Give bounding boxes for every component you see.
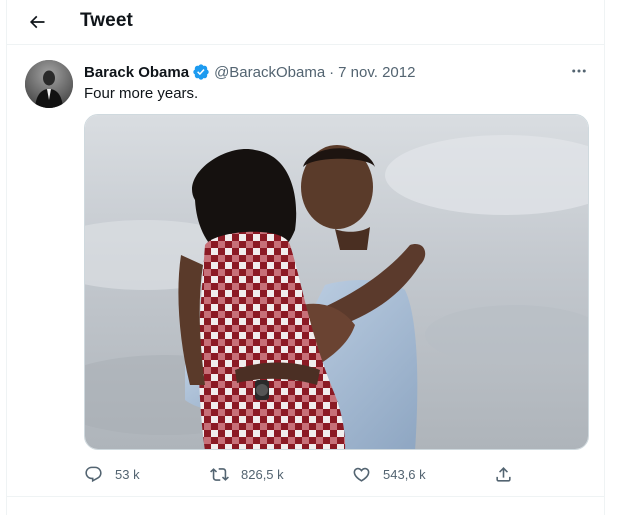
avatar-photo [25,60,73,108]
share-icon [496,466,511,482]
embrace-photo [85,115,588,449]
more-options-button[interactable] [568,60,590,82]
divider [7,496,604,497]
tweet-header: Barack Obama @BarackObama · 7 nov. 2012 [84,62,415,82]
more-horizontal-icon [572,69,586,73]
tweet-actions: 53 k 826,5 k 543,6 k [84,462,514,486]
share-button[interactable] [494,462,513,486]
like-count: 543,6 k [383,466,426,482]
next-row-fragment [25,508,51,515]
like-button[interactable]: 543,6 k [352,462,426,486]
tweet-date[interactable]: 7 nov. 2012 [338,64,415,81]
retweet-count: 826,5 k [241,466,284,482]
author-name[interactable]: Barack Obama [84,64,189,81]
heart-icon [353,467,370,482]
tweet-text: Four more years. [84,85,199,102]
top-bar: Tweet [7,0,604,45]
author-handle[interactable]: @BarackObama [214,64,325,81]
separator-dot: · [329,63,335,81]
retweet-icon [210,467,229,481]
avatar[interactable] [25,60,73,108]
reply-icon [85,466,102,482]
retweet-button[interactable]: 826,5 k [210,462,284,486]
arrow-left-icon [29,15,45,29]
reply-button[interactable]: 53 k [84,462,140,486]
verified-badge-icon [193,64,209,80]
back-button[interactable] [24,9,50,35]
page-title: Tweet [80,10,133,31]
reply-count: 53 k [115,466,140,482]
tweet-photo[interactable] [84,114,589,450]
tweet-page: Tweet Barack Obama @BarackObama · 7 nov.… [6,0,605,515]
